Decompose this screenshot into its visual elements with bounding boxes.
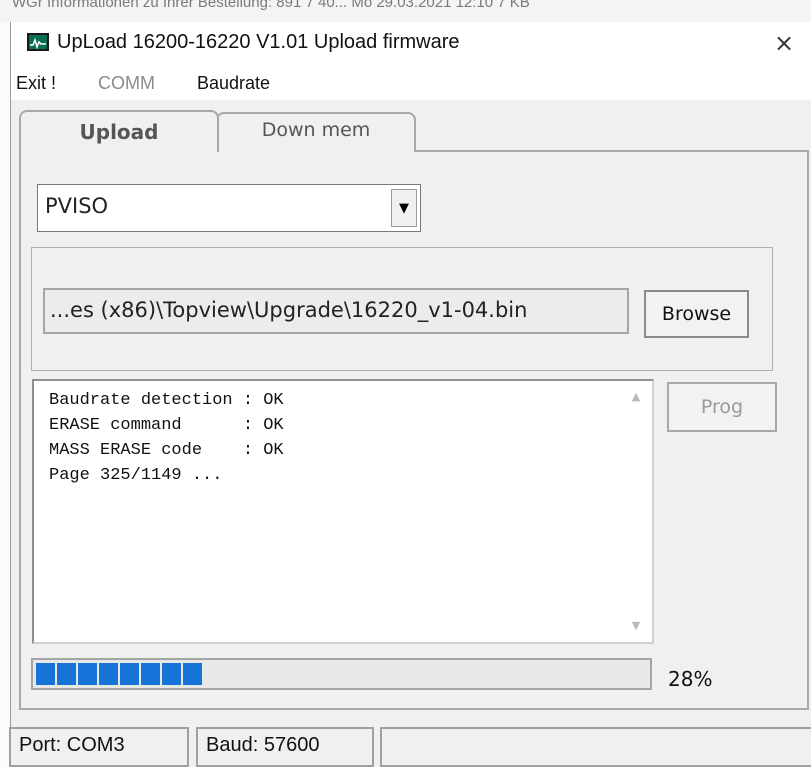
progress-block (78, 663, 97, 685)
menu-baudrate[interactable]: Baudrate (197, 73, 270, 94)
firmware-path-field[interactable]: ...es (x86)\Topview\Upgrade\16220_v1-04.… (43, 288, 629, 334)
dropdown-arrow-icon[interactable]: ▼ (391, 189, 417, 227)
progress-block (120, 663, 139, 685)
progress-percent: 28% (668, 667, 713, 691)
status-bar: Port: COM3 Baud: 57600 (9, 713, 811, 767)
browse-button[interactable]: Browse (644, 290, 749, 338)
progress-block (162, 663, 181, 685)
device-select-value: PVISO (45, 194, 109, 218)
status-baud: Baud: 57600 (196, 727, 374, 767)
close-button[interactable]: × (770, 28, 798, 58)
log-line: MASS ERASE code : OK (49, 441, 284, 460)
menu-exit[interactable]: Exit ! (16, 73, 56, 94)
app-icon (27, 33, 49, 51)
tab-down-mem[interactable]: Down mem (216, 112, 416, 152)
scroll-down-icon[interactable]: ▼ (628, 618, 644, 634)
log-line: ERASE command : OK (49, 416, 284, 435)
background-window-text-strip: WGr Informationen zu Ihrer Bestellung: 8… (0, 0, 811, 22)
waveform-icon (30, 37, 46, 50)
log-output[interactable]: Baudrate detection : OK ERASE command : … (32, 379, 654, 644)
window-title: UpLoad 16200-16220 V1.01 Upload firmware (57, 31, 460, 53)
menu-bar: Exit ! COMM Baudrate (11, 68, 811, 100)
status-empty-pane (380, 727, 811, 767)
progress-block (36, 663, 55, 685)
prog-button[interactable]: Prog (667, 382, 777, 432)
background-left-edge (0, 22, 10, 767)
status-port: Port: COM3 (9, 727, 189, 767)
progress-block (99, 663, 118, 685)
menu-comm[interactable]: COMM (98, 73, 155, 94)
tab-upload[interactable]: Upload (19, 110, 219, 152)
upload-progress-bar (31, 658, 652, 690)
progress-block (141, 663, 160, 685)
scroll-up-icon[interactable]: ▲ (628, 389, 644, 405)
upload-window: UpLoad 16200-16220 V1.01 Upload firmware… (9, 22, 811, 767)
progress-block (183, 663, 202, 685)
progress-block (57, 663, 76, 685)
firmware-path-text: ...es (x86)\Topview\Upgrade\16220_v1-04.… (50, 298, 528, 322)
title-bar[interactable]: UpLoad 16200-16220 V1.01 Upload firmware… (11, 22, 811, 68)
device-select[interactable]: PVISO ▼ (37, 184, 421, 232)
log-line: Page 325/1149 ... (49, 466, 223, 485)
background-file-info: WGr Informationen zu Ihrer Bestellung: 8… (12, 0, 530, 11)
client-area: Upload Down mem PVISO ▼ ...es (x86)\Topv… (11, 100, 811, 713)
log-line: Baudrate detection : OK (49, 391, 284, 410)
